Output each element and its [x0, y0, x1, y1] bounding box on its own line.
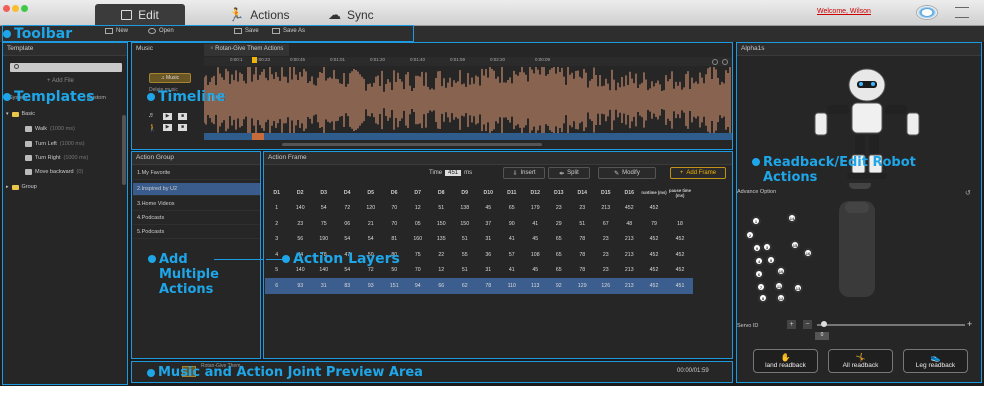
joint-marker[interactable]: 3	[762, 242, 772, 252]
add-multiple-callout-lines: Add Multiple Actions	[159, 252, 219, 297]
callout-dot-icon	[3, 30, 11, 38]
joint-marker[interactable]: 15	[790, 240, 800, 250]
joint-marker[interactable]: 1	[751, 216, 761, 226]
timeline-tick-label: 0:01:59	[450, 57, 466, 62]
joint-marker[interactable]: 5	[766, 255, 776, 265]
templates-callout-label: Templates	[14, 89, 95, 105]
callout-dot-icon	[147, 93, 155, 101]
callout-dot-icon	[3, 93, 11, 101]
timeline-callout-label: Timeline	[158, 89, 226, 105]
add-multiple-line2: Multiple	[159, 267, 219, 282]
timeline-callout: Timeline	[147, 89, 226, 105]
timeline-tick-label: 0:00:45	[290, 57, 306, 62]
readback-line2: Actions	[763, 170, 818, 185]
timeline-tick-label: 0:00:09	[535, 57, 551, 62]
timeline-tick-label: 0:01:01	[330, 57, 346, 62]
readback-callout-lines: Readback/Edit Robot Actions	[763, 155, 916, 185]
preview-callout: Music and Action Joint Preview Area	[147, 365, 423, 380]
joint-marker[interactable]: 7	[756, 282, 766, 292]
add-multiple-line1: Add	[159, 252, 188, 267]
joint-marker[interactable]: 9	[752, 243, 762, 253]
joint-marker[interactable]: 13	[793, 283, 803, 293]
timeline-tick-label: 0:01:40	[410, 57, 426, 62]
readback-callout: Readback/Edit Robot Actions	[752, 155, 916, 185]
joint-marker[interactable]: 11	[774, 281, 784, 291]
action-layers-callout: Action Layers	[282, 251, 400, 267]
toolbar-callout: Toolbar	[3, 26, 72, 42]
joint-marker[interactable]: 8	[758, 293, 768, 303]
timeline-tick-label: 0:00:1	[230, 57, 243, 62]
joint-marker[interactable]: 4	[754, 256, 764, 266]
joint-marker[interactable]: 2	[745, 230, 755, 240]
settings-sliders-icon[interactable]	[955, 7, 969, 18]
robot-run-icon: 🏃	[228, 7, 245, 22]
maximize-window-icon[interactable]	[21, 5, 28, 12]
add-actions-connector	[214, 259, 264, 260]
timeline-tick-label: 0:02:20	[490, 57, 506, 62]
timeline-tick-label: 0:00:23	[255, 57, 271, 62]
toolbar-callout-label: Toolbar	[14, 26, 73, 42]
bottom-margin	[0, 386, 984, 405]
tab-edit[interactable]: Edit	[95, 4, 185, 26]
callout-dot-icon	[147, 368, 155, 377]
timeline-tick-label: 0:01:20	[370, 57, 386, 62]
cloud-icon: ☁	[328, 7, 341, 22]
close-window-icon[interactable]	[3, 5, 10, 12]
app-window: Edit 🏃 Actions ☁ Sync Welcome, Wilson Ne…	[0, 0, 984, 405]
joint-marker[interactable]: 14	[787, 213, 797, 223]
readback-callout-frame	[736, 42, 982, 383]
tab-actions[interactable]: 🏃 Actions	[228, 4, 290, 26]
action-layers-callout-label: Action Layers	[293, 251, 400, 267]
tab-actions-label: Actions	[250, 8, 290, 22]
callout-dot-icon	[148, 255, 156, 263]
minimize-window-icon[interactable]	[12, 5, 19, 12]
welcome-link[interactable]: Welcome, Wilson	[817, 8, 871, 15]
joint-marker[interactable]: 16	[803, 248, 813, 258]
title-bar: Edit 🏃 Actions ☁ Sync Welcome, Wilson	[0, 0, 984, 26]
templates-callout: Templates	[3, 89, 95, 105]
preview-callout-label: Music and Action Joint Preview Area	[158, 365, 423, 380]
joint-marker[interactable]: 6	[754, 269, 764, 279]
readback-line1: Readback/Edit Robot	[763, 155, 916, 170]
tab-sync-label: Sync	[347, 8, 374, 22]
add-multiple-line3: Actions	[159, 282, 214, 297]
avatar[interactable]	[916, 5, 938, 20]
joint-marker[interactable]: 10	[776, 266, 786, 276]
callout-dot-icon	[752, 158, 760, 166]
joint-marker[interactable]: 12	[776, 293, 786, 303]
tab-edit-label: Edit	[138, 8, 159, 22]
edit-icon	[121, 10, 133, 20]
tab-sync[interactable]: ☁ Sync	[328, 4, 374, 26]
add-multiple-callout: Add Multiple Actions	[148, 252, 219, 297]
callout-dot-icon	[282, 255, 290, 263]
